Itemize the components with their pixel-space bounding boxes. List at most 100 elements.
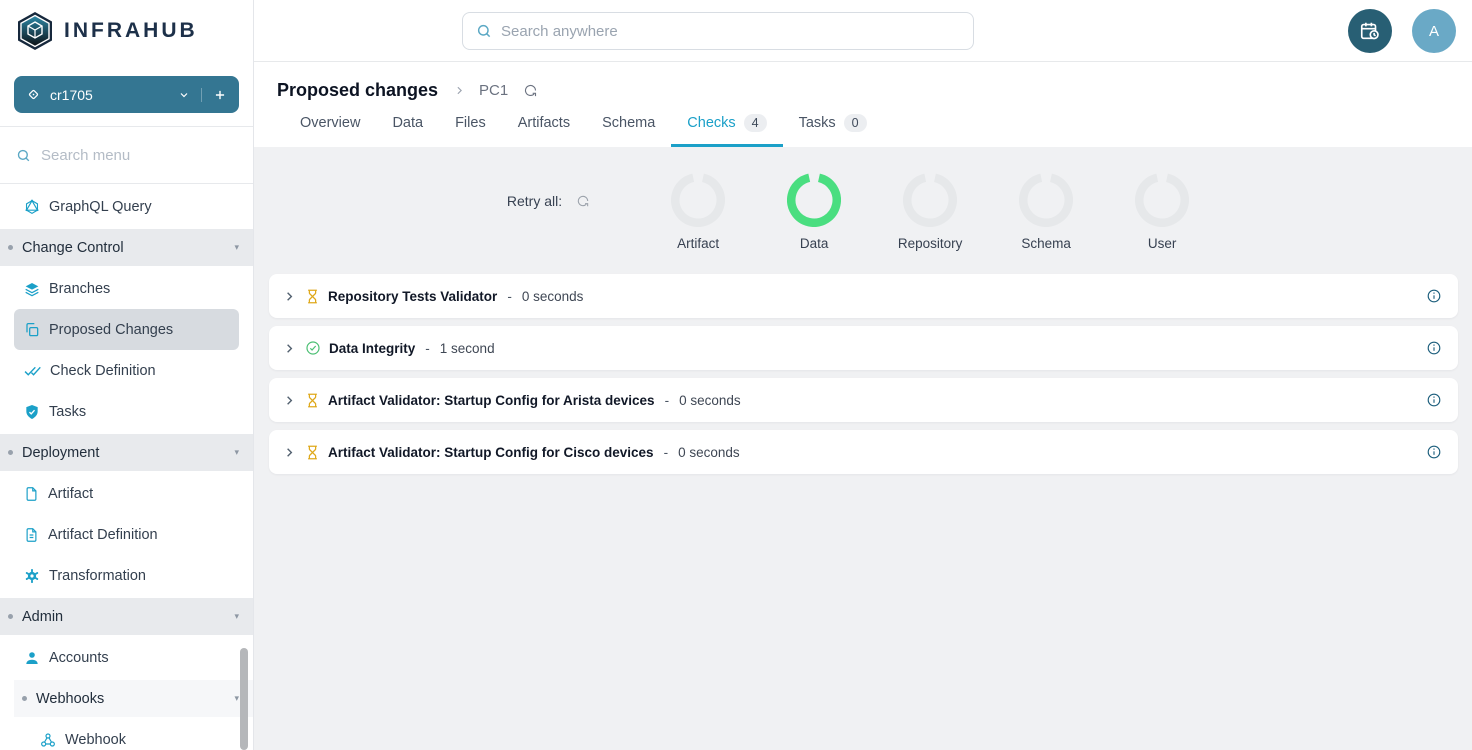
page-header: Proposed changes PC1 OverviewDataFilesAr… [254,62,1472,147]
tab-data[interactable]: Data [376,114,439,147]
global-search[interactable] [462,12,974,50]
sidebar-item-check-definition[interactable]: Check Definition [14,350,239,391]
check-circle-icon [305,340,321,356]
hourglass-icon [305,445,320,460]
tab-tasks[interactable]: Tasks0 [783,114,883,147]
check-ring-data[interactable]: Data [756,173,872,251]
sidebar-scrollbar[interactable] [240,648,248,750]
global-search-input[interactable] [501,23,960,40]
ring-label: Data [800,236,829,251]
sidebar-item-transformation[interactable]: Transformation [14,555,239,596]
topbar: A [254,0,1472,62]
chevron-right-icon [453,84,466,97]
tab-schema[interactable]: Schema [586,114,671,147]
section-label: Change Control [22,240,234,256]
info-icon[interactable] [1426,444,1442,460]
sidebar-item-label: Check Definition [50,363,156,379]
file-icon [24,486,39,502]
hourglass-icon [305,289,320,304]
sidebar-section-admin[interactable]: Admin▾ [0,598,253,635]
progress-ring-icon [787,173,841,227]
double-check-icon [24,362,41,379]
tab-checks[interactable]: Checks4 [671,114,782,147]
expand-chevron-icon[interactable] [282,341,297,356]
refresh-icon[interactable] [576,194,590,208]
breadcrumb-current: PC1 [479,82,508,99]
create-branch-button[interactable] [201,88,227,102]
branch-selector-row: cr1705 [0,62,253,127]
sidebar-item-artifact-definition[interactable]: Artifact Definition [14,514,239,555]
ring-label: Schema [1021,236,1071,251]
main-area: A Proposed changes PC1 OverviewDataFiles… [254,0,1472,750]
check-ring-repository[interactable]: Repository [872,173,988,251]
tab-badge: 4 [744,114,767,132]
progress-ring-icon [1135,173,1189,227]
avatar[interactable]: A [1412,9,1456,53]
sidebar-item-accounts[interactable]: Accounts [14,637,239,678]
tab-label: Schema [602,115,655,131]
sidebar-item-proposed-changes[interactable]: Proposed Changes [14,309,239,350]
validator-duration: 0 seconds [678,445,740,460]
sidebar-item-label: Webhook [65,732,126,748]
progress-ring-icon [1019,173,1073,227]
check-ring-artifact[interactable]: Artifact [640,173,756,251]
validator-row-data-integrity: Data Integrity-1 second [269,326,1458,370]
check-ring-user[interactable]: User [1104,173,1220,251]
menu-search[interactable] [0,127,253,184]
progress-ring-icon [903,173,957,227]
app-logo[interactable]: INFRAHUB [0,0,253,62]
sidebar-item-label: Tasks [49,404,86,420]
refresh-icon[interactable] [523,83,538,98]
retry-all-label: Retry all: [507,193,562,209]
bullet-icon [8,614,13,619]
sidebar-item-branches[interactable]: Branches [14,268,239,309]
validator-title: Artifact Validator: Startup Config for C… [328,445,654,460]
sidebar-item-artifact[interactable]: Artifact [14,473,239,514]
validator-row-artifact-validator-startup-config-for-cisco-devices: Artifact Validator: Startup Config for C… [269,430,1458,474]
bullet-icon [22,696,27,701]
info-icon[interactable] [1426,288,1442,304]
validator-duration: 0 seconds [522,289,584,304]
validator-duration: 0 seconds [679,393,741,408]
validator-title: Repository Tests Validator [328,289,497,304]
info-icon[interactable] [1426,392,1442,408]
gear-icon [24,568,40,584]
menu-search-input[interactable] [41,147,211,164]
expand-chevron-icon[interactable] [282,393,297,408]
sidebar-item-label: Proposed Changes [49,322,173,338]
user-icon [24,650,40,666]
app: INFRAHUB cr1705 [0,0,1472,750]
validator-list: Repository Tests Validator-0 secondsData… [269,274,1458,474]
tab-bar: OverviewDataFilesArtifacts Schema Checks4T… [277,114,1472,147]
caret-down-icon: ▾ [234,693,239,704]
retry-row: Retry all: Artifact Data Repository Sche… [269,173,1458,251]
sidebar-item-label: GraphQL Query [49,199,152,215]
caret-down-icon: ▾ [234,611,239,622]
expand-chevron-icon[interactable] [282,289,297,304]
calendar-clock-icon [1359,20,1381,42]
sidebar-item-graphql-query[interactable]: GraphQL Query [14,186,239,227]
separator: - [425,341,430,356]
tab-files[interactable]: Files [439,114,502,147]
check-ring-schema[interactable]: Schema [988,173,1104,251]
ring-label: User [1148,236,1177,251]
section-label: Admin [22,609,234,625]
sidebar-section-webhooks[interactable]: Webhooks▾ [14,680,253,717]
file-text-icon [24,527,39,543]
bullet-icon [8,245,13,250]
tab-overview[interactable]: Overview [284,114,376,147]
tab-artifacts[interactable]: Artifacts [502,114,586,147]
info-icon[interactable] [1426,340,1442,356]
expand-chevron-icon[interactable] [282,445,297,460]
sidebar-section-change-control[interactable]: Change Control▾ [0,229,253,266]
sidebar-item-tasks[interactable]: Tasks [14,391,239,432]
caret-down-icon: ▾ [234,447,239,458]
time-travel-button[interactable] [1348,9,1392,53]
sidebar-item-label: Accounts [49,650,109,666]
branch-selector[interactable]: cr1705 [14,76,239,113]
hourglass-icon [305,393,320,408]
shield-check-icon [24,404,40,420]
sidebar-section-deployment[interactable]: Deployment▾ [0,434,253,471]
sidebar-item-webhook[interactable]: Webhook [30,719,239,750]
validator-row-repository-tests-validator: Repository Tests Validator-0 seconds [269,274,1458,318]
